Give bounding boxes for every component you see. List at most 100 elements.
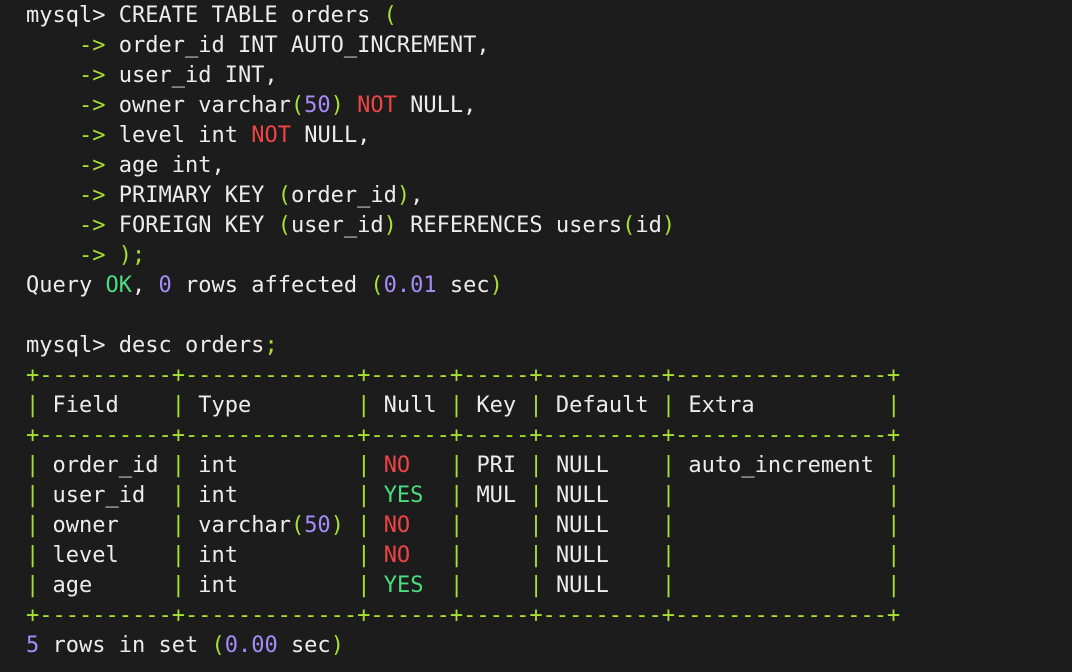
table-separator: | [449, 543, 464, 568]
continuation-line: -> ); [26, 241, 1072, 271]
table-separator: | [26, 393, 40, 418]
table-separator: | [171, 483, 185, 508]
column-header-null: Null [383, 393, 437, 418]
column-header-default: Default [555, 393, 649, 418]
desc-command-line: mysql> desc orders; [26, 331, 1072, 361]
table-separator: | [529, 483, 543, 508]
table-separator: | [529, 513, 543, 538]
sql-reference-column: id [635, 213, 662, 238]
table-cell-field: user_id [52, 483, 146, 508]
column-header-type: Type [198, 393, 252, 418]
continuation-arrow: -> [78, 243, 106, 268]
sql-line-order-id: order_id INT AUTO_INCREMENT, [118, 33, 490, 58]
sql-primary-key-column: order_id [290, 183, 397, 208]
create-table-line: mysql> CREATE TABLE orders ( [26, 1, 1072, 31]
table-separator: | [26, 513, 40, 538]
query-time: 0.01 [383, 273, 437, 298]
table-cell-default: NULL [555, 573, 609, 598]
table-row: | order_id | int | NO | PRI | NULL | aut… [26, 451, 1072, 481]
table-cell-null: NO [383, 453, 411, 478]
table-separator: | [661, 543, 676, 568]
prompt: mysql> [26, 333, 106, 358]
rows-time: 0.00 [224, 633, 278, 658]
table-cell-default: NULL [555, 483, 609, 508]
table-separator: | [449, 573, 464, 598]
table-border: +----------+-------------+------+-----+-… [26, 363, 901, 388]
table-separator: | [529, 543, 543, 568]
continuation-line: -> user_id INT, [26, 61, 1072, 91]
terminal-window[interactable]: mysql> CREATE TABLE orders ( -> order_id… [0, 0, 1072, 672]
paren: ) [330, 513, 344, 538]
table-border-line: +----------+-------------+------+-----+-… [26, 421, 1072, 451]
table-cell-default: NULL [555, 543, 609, 568]
table-separator: | [26, 543, 40, 568]
table-separator: | [887, 483, 901, 508]
continuation-line: -> level int NOT NULL, [26, 121, 1072, 151]
create-command: CREATE TABLE orders [118, 3, 371, 28]
column-header-field: Field [52, 393, 119, 418]
continuation-arrow: -> [78, 63, 106, 88]
sql-primary-key: PRIMARY KEY [118, 183, 265, 208]
column-header-extra: Extra [688, 393, 755, 418]
table-cell-type: int [198, 453, 238, 478]
continuation-arrow: -> [78, 213, 106, 238]
table-cell-null: YES [383, 483, 424, 508]
table-separator: | [529, 453, 543, 478]
table-separator: | [357, 543, 371, 568]
sql-owner-length: 50 [304, 93, 331, 118]
sql-null-keyword: NULL, [410, 93, 477, 118]
table-separator: | [26, 483, 40, 508]
table-separator: | [887, 543, 901, 568]
table-cell-default: NULL [555, 453, 609, 478]
prompt: mysql> [26, 3, 106, 28]
table-separator: | [449, 453, 464, 478]
sql-owner-type: owner varchar [118, 93, 291, 118]
column-header-key: Key [476, 393, 517, 418]
table-separator: | [449, 393, 464, 418]
continuation-line: -> age int, [26, 151, 1072, 181]
table-separator: | [171, 513, 185, 538]
query-result-line: Query OK, 0 rows affected (0.01 sec) [26, 273, 503, 298]
table-cell-type: int [198, 483, 238, 508]
table-separator: | [661, 453, 676, 478]
table-separator: | [171, 573, 185, 598]
table-cell-field: owner [52, 513, 119, 538]
continuation-line: -> FOREIGN KEY (user_id) REFERENCES user… [78, 213, 676, 238]
table-cell-default: NULL [555, 513, 609, 538]
sql-not-keyword: NOT [251, 123, 291, 148]
table-cell-key: MUL [476, 483, 517, 508]
table-cell-null: YES [383, 573, 424, 598]
paren: ( [290, 513, 305, 538]
table-separator: | [887, 393, 901, 418]
table-cell-type: int [198, 573, 238, 598]
rows-count: 5 [26, 633, 40, 658]
table-cell-null: NO [383, 543, 411, 568]
sql-references: REFERENCES users [410, 213, 623, 238]
table-border-line: +----------+-------------+------+-----+-… [26, 361, 1072, 391]
table-border: +----------+-------------+------+-----+-… [26, 603, 901, 628]
table-cell-type: varchar(50) [198, 513, 344, 538]
table-separator: | [661, 483, 676, 508]
sql-line-user-id: user_id INT, [118, 63, 278, 88]
sql-level-type: level int [118, 123, 238, 148]
table-separator: | [357, 393, 371, 418]
table-separator: | [357, 453, 371, 478]
table-separator: | [529, 573, 543, 598]
table-cell-key: PRI [476, 453, 517, 478]
table-row: | age | int | YES | | NULL | | [26, 571, 1072, 601]
table-row: | owner | varchar(50) | NO | | NULL | | [26, 511, 1072, 541]
table-cell-null: NO [383, 513, 411, 538]
table-separator: | [171, 453, 185, 478]
table-row: | user_id | int | YES | MUL | NULL | | [26, 481, 1072, 511]
type-length: 50 [304, 513, 331, 538]
table-row: | level | int | NO | | NULL | | [26, 541, 1072, 571]
table-separator: | [529, 393, 543, 418]
sql-not-keyword: NOT [357, 93, 397, 118]
table-separator: | [26, 453, 40, 478]
table-separator: | [661, 573, 676, 598]
table-separator: | [171, 393, 185, 418]
table-border-line: +----------+-------------+------+-----+-… [26, 601, 1072, 631]
continuation-arrow: -> [78, 33, 106, 58]
table-separator: | [661, 393, 676, 418]
table-cell-field: age [52, 573, 93, 598]
